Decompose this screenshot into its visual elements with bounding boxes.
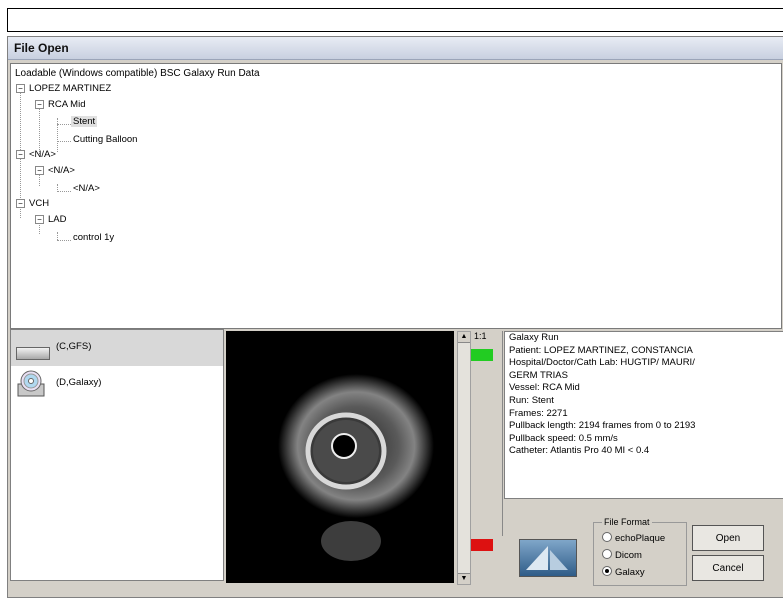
tree-node-run-selected[interactable]: Stent (71, 116, 98, 127)
info-line: GERM TRIAS (509, 369, 568, 381)
scroll-up-icon[interactable]: ▲ (458, 332, 470, 343)
ivus-cross-section-image (278, 374, 434, 561)
drive-label: (D,Galaxy) (56, 377, 102, 388)
tree-node-run[interactable]: control 1y (73, 232, 114, 243)
file-open-dialog: File Open Loadable (Windows compatible) … (7, 36, 783, 598)
info-line: Run: Stent (509, 394, 554, 406)
info-line: Pullback speed: 0.5 mm/s (509, 432, 618, 444)
format-option-galaxy[interactable]: Galaxy (602, 566, 645, 578)
info-line: Catheter: Atlantis Pro 40 MI < 0.4 (509, 445, 650, 457)
radio-icon (602, 532, 612, 542)
info-line: Hospital/Doctor/Cath Lab: HUGTIP/ MAURI/ (509, 357, 695, 369)
collapse-toggle-icon[interactable]: − (16, 84, 25, 93)
collapse-toggle-icon[interactable]: − (16, 199, 25, 208)
info-line: Frames: 2271 (509, 407, 568, 419)
drive-item-d[interactable]: (D,Galaxy) (11, 366, 223, 402)
tree-connector (57, 191, 71, 192)
tree-node-vessel[interactable]: LAD (48, 214, 66, 225)
tree-node-patient[interactable]: VCH (29, 198, 49, 209)
info-line: Pullback length: 2194 frames from 0 to 2… (509, 420, 696, 432)
cd-drive-icon (17, 370, 45, 397)
tree-node-patient[interactable]: <N/A> (29, 149, 56, 160)
tree-connector (39, 104, 40, 154)
open-button[interactable]: Open (692, 525, 764, 551)
top-address-bar (7, 8, 783, 32)
dialog-titlebar: File Open (8, 37, 783, 60)
tree-node-run[interactable]: <N/A> (73, 183, 100, 194)
tree-node-vessel[interactable]: RCA Mid (48, 99, 85, 110)
frame-range-bar (494, 331, 503, 536)
run-data-tree[interactable]: Loadable (Windows compatible) BSC Galaxy… (10, 63, 782, 329)
drive-label: (C,GFS) (56, 341, 92, 352)
radio-icon (602, 549, 612, 559)
tree-node-vessel[interactable]: <N/A> (48, 165, 75, 176)
frame-scrollbar[interactable]: ▲ ▼ (457, 331, 471, 585)
info-line: Vessel: RCA Mid (509, 382, 580, 394)
collapse-toggle-icon[interactable]: − (35, 100, 44, 109)
drive-list: (C,GFS) (D,Galaxy) (10, 329, 224, 581)
galaxy-logo-icon (519, 539, 577, 577)
tree-root-label: Loadable (Windows compatible) BSC Galaxy… (15, 68, 260, 79)
zoom-ratio: 1:1 (474, 331, 487, 341)
file-format-group: File Format echoPlaque Dicom Galaxy (593, 517, 687, 586)
collapse-toggle-icon[interactable]: − (35, 215, 44, 224)
start-frame-marker (471, 349, 493, 361)
tree-connector (57, 232, 58, 240)
cancel-button[interactable]: Cancel (692, 555, 764, 581)
dialog-title: File Open (14, 41, 69, 55)
scroll-down-icon[interactable]: ▼ (458, 573, 470, 584)
radio-selected-icon (602, 566, 612, 576)
tree-connector (57, 141, 71, 142)
tree-node-run[interactable]: Cutting Balloon (73, 134, 137, 145)
info-line: Patient: LOPEZ MARTINEZ, CONSTANCIA (509, 344, 693, 356)
tree-connector (57, 124, 71, 125)
collapse-toggle-icon[interactable]: − (35, 166, 44, 175)
hard-drive-icon (16, 347, 50, 360)
collapse-toggle-icon[interactable]: − (16, 150, 25, 159)
tree-connector (57, 240, 71, 241)
format-option-echoplaque[interactable]: echoPlaque (602, 532, 665, 544)
drive-item-c[interactable]: (C,GFS) (11, 330, 223, 366)
format-option-dicom[interactable]: Dicom (602, 549, 642, 561)
run-info-panel: Galaxy Run Patient: LOPEZ MARTINEZ, CONS… (504, 331, 783, 499)
ivus-image-preview (226, 331, 454, 583)
file-format-legend: File Format (602, 517, 652, 527)
info-line: Galaxy Run (509, 332, 559, 343)
end-frame-marker (471, 539, 493, 551)
tree-node-patient[interactable]: LOPEZ MARTINEZ (29, 83, 111, 94)
